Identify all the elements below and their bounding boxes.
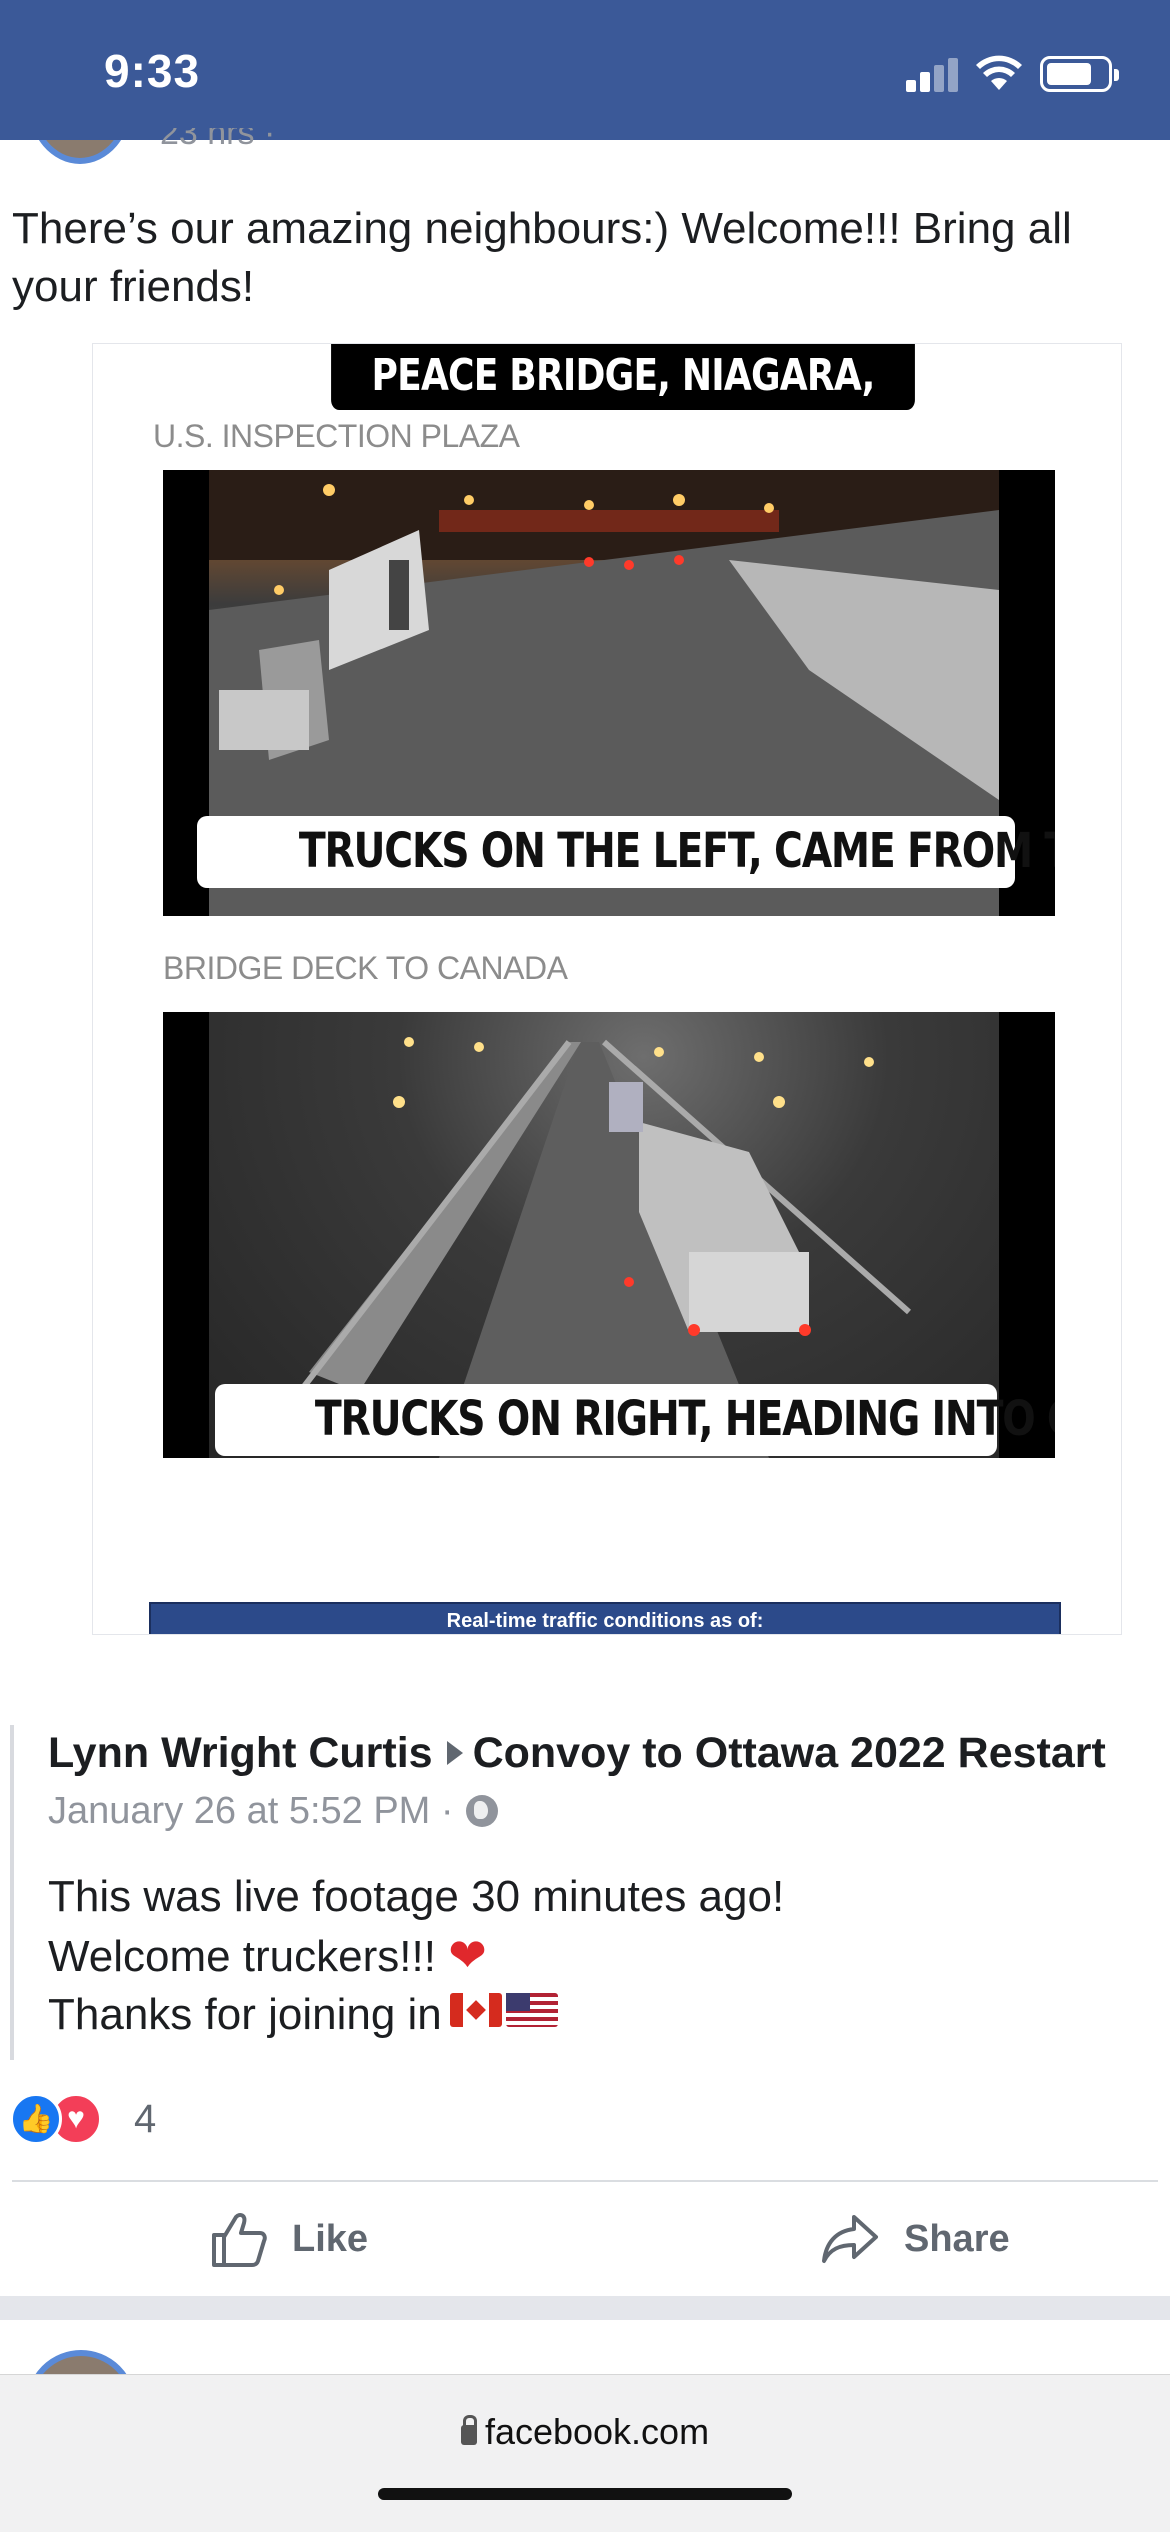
reaction-count: 4 (134, 2097, 157, 2141)
globe-icon (465, 1795, 498, 1827)
shared-post-header: Lynn Wright Curtis Convoy to Ottawa 2022 … (48, 1725, 1158, 1839)
reactions-summary[interactable]: 👍 ♥ 4 (10, 2093, 310, 2149)
url-display[interactable]: facebook.com (0, 2411, 1170, 2453)
shared-post-line-1: This was live footage 30 minutes ago! (48, 1872, 785, 1921)
shared-post-body: This was live footage 30 minutes ago! We… (48, 1868, 1148, 2044)
caret-right-icon (446, 1741, 463, 1765)
lock-icon (460, 2415, 477, 2445)
feed-separator (0, 2296, 1170, 2320)
camera-view-inspection-plaza: TRUCKS ON THE LEFT, CAME FROM THE USA (163, 470, 1055, 916)
post-timestamp[interactable]: January 26 at 5:52 PM · (48, 1790, 454, 1832)
camera-view-bridge-deck: TRUCKS ON RIGHT, HEADING INTO CANADA (163, 1012, 1055, 1458)
shared-post-line-3: Thanks for joining in (48, 1990, 442, 2039)
divider (12, 2180, 1158, 2182)
share-label: Share (904, 2217, 1010, 2260)
shared-image[interactable]: PEACE BRIDGE, NIAGARA, BUFFALO NY U.S. I… (92, 343, 1122, 1635)
share-button[interactable]: Share (820, 2204, 1010, 2274)
like-reaction-icon: 👍 (10, 2093, 62, 2145)
status-time: 9:33 (104, 45, 201, 97)
home-indicator[interactable] (378, 2488, 792, 2500)
caption-trucks-left: TRUCKS ON THE LEFT, CAME FROM THE USA (197, 816, 1055, 888)
cellular-signal-icon (906, 58, 958, 92)
author-name[interactable]: Lynn Wright Curtis (48, 1729, 433, 1777)
image-title: PEACE BRIDGE, NIAGARA, BUFFALO NY (331, 344, 915, 465)
group-name[interactable]: Convoy to Ottawa 2022 Restart (473, 1729, 1106, 1777)
post-meta-cut: 23 hrs · (160, 128, 276, 152)
shared-post-line-2: Welcome truckers!!! (48, 1932, 436, 1981)
canada-flag-icon (449, 1993, 502, 2027)
traffic-banner: Real-time traffic conditions as of: (149, 1602, 1061, 1634)
like-label: Like (292, 2217, 369, 2260)
image-label-inspection-plaza: U.S. INSPECTION PLAZA (153, 418, 520, 454)
us-flag-icon (505, 1993, 558, 2027)
browser-url-bar[interactable]: facebook.com (0, 2374, 1170, 2532)
like-button[interactable]: Like (208, 2204, 368, 2274)
share-arrow-icon (822, 2215, 878, 2263)
battery-icon (1040, 56, 1119, 92)
image-label-bridge-deck: BRIDGE DECK TO CANADA (163, 950, 568, 986)
post-text: There’s our amazing neighbours:) Welcome… (12, 204, 1072, 311)
heart-emoji-icon: ❤ (448, 1929, 487, 1981)
shared-post: Lynn Wright Curtis Convoy to Ottawa 2022 … (10, 1725, 1160, 2060)
wifi-icon (976, 55, 1022, 90)
thumbs-up-icon (212, 2213, 267, 2267)
caption-trucks-right: TRUCKS ON RIGHT, HEADING INTO CANADA (215, 1384, 1055, 1456)
url-text: facebook.com (484, 2411, 710, 2452)
status-bar: 9:33 (0, 0, 1170, 140)
